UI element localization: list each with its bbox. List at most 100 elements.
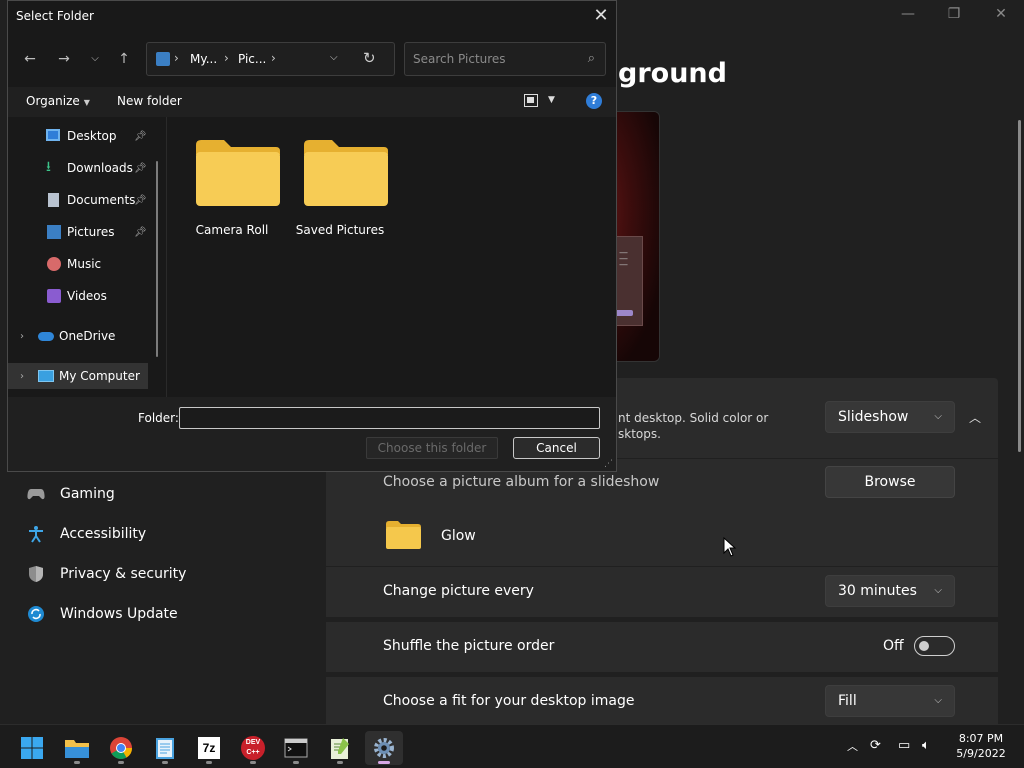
address-dropdown-icon[interactable]: ⌵ <box>330 52 338 63</box>
help-icon[interactable]: ? <box>586 93 602 109</box>
nav-item-gaming[interactable]: Gaming <box>26 476 115 512</box>
7zip-icon: 7z <box>198 737 220 759</box>
nav-label-windows-update: Windows Update <box>60 606 178 622</box>
navigation-scrollbar[interactable] <box>156 161 158 357</box>
pin-icon: 📌︎ <box>134 194 147 206</box>
background-description-line1: nt desktop. Solid color or <box>618 411 769 425</box>
taskbar-start[interactable] <box>13 731 51 765</box>
volume-icon[interactable]: 🔈︎ <box>922 738 930 753</box>
select-folder-dialog: Select Folder ✕ ← → ⌵ ↑ › My... › Pic...… <box>7 0 617 472</box>
clock[interactable]: 8:07 PM 5/9/2022 <box>952 731 1010 761</box>
recent-locations-chevron-icon[interactable]: ⌵ <box>81 45 109 73</box>
search-input[interactable]: Search Pictures ⌕ <box>404 42 606 76</box>
tree-item-documents[interactable]: Documents 📌︎ <box>8 187 160 213</box>
organize-label: Organize <box>26 94 80 108</box>
nav-item-windows-update[interactable]: Windows Update <box>26 596 178 632</box>
chevron-down-icon: ⌵ <box>934 585 942 596</box>
folder-icon <box>386 521 421 549</box>
tree-item-desktop[interactable]: Desktop 📌︎ <box>8 123 160 149</box>
background-description-line2: sktops. <box>618 427 661 441</box>
devcpp-icon: DEV C++ <box>241 736 265 760</box>
fit-dropdown[interactable]: Fill ⌵ <box>825 685 955 717</box>
folder-item-saved-pictures[interactable]: Saved Pictures <box>288 137 392 247</box>
breadcrumb-separator: › <box>271 51 276 65</box>
7zip-icon-text: 7z <box>202 741 216 755</box>
tray-overflow-chevron-icon[interactable]: ︿ <box>847 738 858 754</box>
search-placeholder: Search Pictures <box>413 52 506 66</box>
chrome-icon <box>110 737 132 759</box>
preview-taskbar <box>615 310 633 316</box>
folder-content-area: Camera Roll Saved Pictures <box>168 117 616 397</box>
documents-icon <box>48 193 59 207</box>
shuffle-toggle[interactable] <box>914 636 955 656</box>
pane-divider[interactable] <box>166 117 167 397</box>
refresh-icon[interactable]: ↻ <box>363 49 376 67</box>
taskbar-notepad[interactable] <box>146 731 184 765</box>
maximize-button[interactable]: ❐ <box>931 6 977 26</box>
nav-item-privacy[interactable]: Privacy & security <box>26 556 186 592</box>
taskbar-chrome[interactable] <box>102 731 140 765</box>
network-icon[interactable]: ▭ <box>898 738 910 753</box>
tree-item-onedrive[interactable]: › OneDrive <box>8 323 160 349</box>
tree-item-videos[interactable]: Videos <box>8 283 160 309</box>
chevron-up-icon[interactable]: ︿ <box>966 409 984 426</box>
taskbar-notepadpp[interactable] <box>321 731 359 765</box>
devcpp-icon-text: DEV C++ <box>245 739 261 756</box>
taskbar-settings[interactable] <box>365 731 403 765</box>
taskbar-file-explorer[interactable] <box>58 731 96 765</box>
onedrive-icon <box>38 332 54 341</box>
address-bar[interactable]: › My... › Pic... › ⌵ ↻ <box>146 42 395 76</box>
album-label: Choose a picture album for a slideshow <box>383 474 660 490</box>
navigation-pane: Desktop 📌︎ ⭳ Downloads 📌︎ Documents 📌︎ P… <box>8 117 166 397</box>
tree-item-downloads[interactable]: ⭳ Downloads 📌︎ <box>8 155 160 181</box>
close-button[interactable]: ✕ <box>978 6 1024 26</box>
up-arrow-icon[interactable]: ↑ <box>110 45 138 73</box>
browse-button[interactable]: Browse <box>825 466 955 498</box>
download-icon: ⭳ <box>46 159 51 175</box>
back-arrow-icon[interactable]: ← <box>16 45 44 73</box>
chevron-down-icon: ▼ <box>83 98 90 107</box>
forward-arrow-icon[interactable]: → <box>50 45 78 73</box>
chevron-down-icon: ⌵ <box>934 411 942 422</box>
shuffle-state: Off <box>883 638 904 654</box>
shuffle-label: Shuffle the picture order <box>383 638 555 654</box>
close-icon[interactable]: ✕ <box>586 3 616 29</box>
file-explorer-icon <box>65 740 89 758</box>
minimize-button[interactable]: — <box>885 6 931 26</box>
change-picture-dropdown[interactable]: 30 minutes ⌵ <box>825 575 955 607</box>
folder-item-camera-roll[interactable]: Camera Roll <box>180 137 284 247</box>
folder-name-input[interactable] <box>179 407 600 429</box>
chevron-right-icon[interactable]: › <box>20 331 24 342</box>
notepadpp-icon <box>331 738 349 759</box>
new-folder-button[interactable]: New folder <box>117 94 182 108</box>
tree-item-my-computer[interactable]: › My Computer <box>8 363 148 389</box>
mouse-cursor-icon <box>723 537 737 557</box>
music-icon <box>47 257 61 271</box>
choose-folder-button[interactable]: Choose this folder <box>366 437 498 459</box>
organize-button[interactable]: Organize ▼ <box>26 94 90 108</box>
view-options-chevron-icon[interactable]: ▼ <box>548 95 555 105</box>
fit-label: Choose a fit for your desktop image <box>383 693 635 709</box>
resize-grip-icon[interactable]: ⋰ <box>604 459 613 469</box>
taskbar-devcpp[interactable]: DEV C++ <box>234 731 272 765</box>
background-type-dropdown[interactable]: Slideshow ⌵ <box>825 401 955 433</box>
taskbar-terminal[interactable] <box>277 731 315 765</box>
album-folder-name: Glow <box>441 528 476 544</box>
page-scrollbar[interactable] <box>1018 120 1021 452</box>
breadcrumb-my[interactable]: My... <box>190 52 217 66</box>
pin-icon: 📌︎ <box>134 226 147 238</box>
nav-item-accessibility[interactable]: Accessibility <box>26 516 146 552</box>
view-pane-icon[interactable] <box>524 94 538 107</box>
cancel-button[interactable]: Cancel <box>513 437 600 459</box>
chevron-right-icon[interactable]: › <box>20 371 24 382</box>
pictures-icon <box>47 225 61 239</box>
tree-item-music[interactable]: Music <box>8 251 160 277</box>
sync-icon[interactable]: ⟳ <box>870 738 881 753</box>
shield-icon <box>26 564 46 584</box>
tree-item-pictures[interactable]: Pictures 📌︎ <box>8 219 160 245</box>
tree-label-my-computer: My Computer <box>59 369 140 383</box>
running-indicator <box>118 761 124 764</box>
breadcrumb-pictures[interactable]: Pic... <box>238 52 266 66</box>
taskbar-7zip[interactable]: 7z <box>190 731 228 765</box>
nav-label-privacy: Privacy & security <box>60 566 187 582</box>
